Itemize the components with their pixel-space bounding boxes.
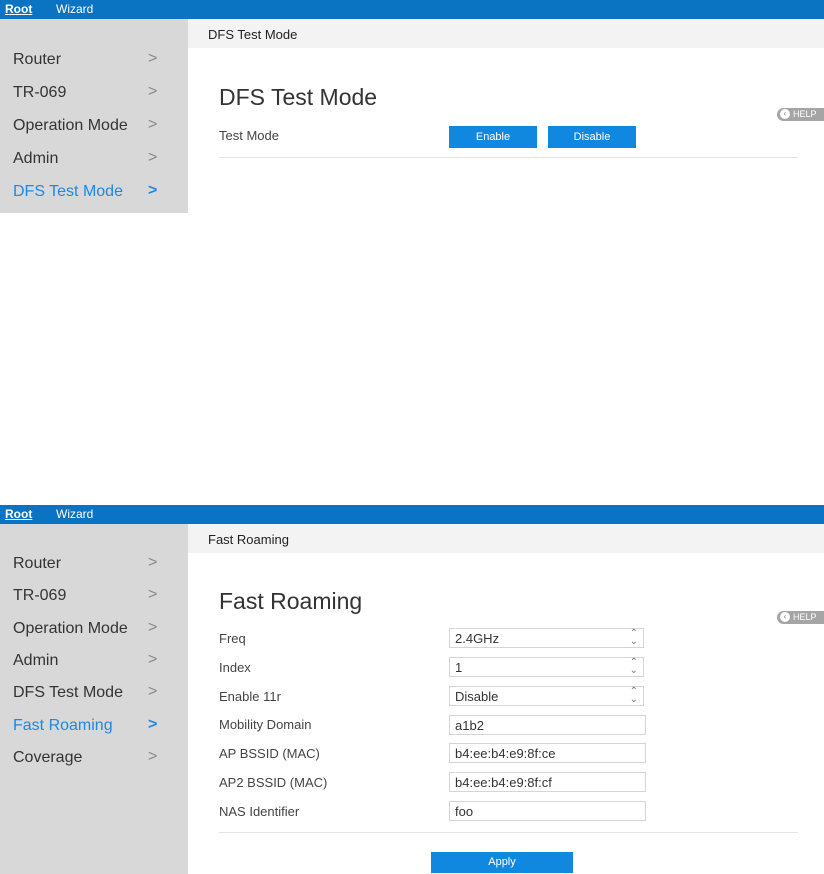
index-value: 1 <box>455 660 463 675</box>
breadcrumb: DFS Test Mode <box>188 19 824 48</box>
chevron-right-icon: > <box>148 116 158 133</box>
nas-identifier-value: foo <box>455 804 474 819</box>
help-label: HELP <box>793 612 817 622</box>
sidebar-item-dfs-test-mode[interactable]: DFS Test Mode > <box>0 178 188 210</box>
enable-button[interactable]: Enable <box>449 126 537 148</box>
sidebar-item-admin[interactable]: Admin > <box>0 145 188 177</box>
ap-bssid-label: AP BSSID (MAC) <box>219 746 320 761</box>
page-title: Fast Roaming <box>219 588 363 614</box>
ap2-bssid-label: AP2 BSSID (MAC) <box>219 775 328 790</box>
page-title: DFS Test Mode <box>219 84 378 110</box>
sidebar-item-fast-roaming[interactable]: Fast Roaming > <box>0 712 188 744</box>
sidebar-item-tr069[interactable]: TR-069 > <box>0 79 188 111</box>
sidebar-item-label: Admin <box>13 150 59 167</box>
sidebar-item-label: Fast Roaming <box>13 717 113 734</box>
chevron-right-icon: > <box>148 50 158 67</box>
sidebar-item-label: Router <box>13 555 62 572</box>
chevron-right-icon: > <box>148 554 158 571</box>
chevron-right-icon: > <box>148 748 158 765</box>
sidebar-item-tr069[interactable]: TR-069 > <box>0 582 188 614</box>
sidebar-item-router[interactable]: Router > <box>0 46 188 78</box>
sidebar-item-label: Admin <box>13 652 59 669</box>
sidebar: Router > TR-069 > Operation Mode > Admin… <box>0 524 188 874</box>
chevron-right-icon: > <box>148 83 158 100</box>
sidebar-item-label: DFS Test Mode <box>13 684 123 701</box>
sidebar-item-dfs-test-mode[interactable]: DFS Test Mode > <box>0 679 188 711</box>
sidebar-item-label: DFS Test Mode <box>13 183 123 200</box>
sidebar-item-label: Operation Mode <box>13 117 128 134</box>
sidebar-item-label: Coverage <box>13 749 83 766</box>
chevron-left-icon: ‹ <box>780 109 790 119</box>
help-label: HELP <box>793 109 817 119</box>
breadcrumb: Fast Roaming <box>188 524 824 553</box>
chevron-right-icon: > <box>148 683 158 700</box>
top-nav-bar: Root Wizard <box>0 0 824 19</box>
freq-value: 2.4GHz <box>455 631 500 646</box>
updown-icon: ⌃ ⌄ <box>629 657 638 676</box>
nav-wizard-link[interactable]: Wizard <box>56 507 93 521</box>
fast-roaming-screen: Root Wizard Router > TR-069 > Operation … <box>0 505 824 874</box>
index-select[interactable]: 1 ⌃ ⌄ <box>449 657 644 677</box>
updown-icon: ⌃ ⌄ <box>629 628 638 647</box>
nas-identifier-label: NAS Identifier <box>219 804 300 819</box>
ap-bssid-value: b4:ee:b4:e9:8f:ce <box>455 746 556 761</box>
chevron-right-icon: > <box>148 182 158 199</box>
chevron-right-icon: > <box>148 149 158 166</box>
freq-label: Freq <box>219 631 246 646</box>
test-mode-label: Test Mode <box>219 128 279 143</box>
nav-root-link[interactable]: Root <box>5 2 32 16</box>
sidebar: Router > TR-069 > Operation Mode > Admin… <box>0 19 188 213</box>
sidebar-item-admin[interactable]: Admin > <box>0 647 188 679</box>
enable-11r-label: Enable 11r <box>219 689 281 704</box>
index-label: Index <box>219 660 251 675</box>
breadcrumb-text: DFS Test Mode <box>208 27 298 42</box>
dfs-test-mode-screen: Root Wizard Router > TR-069 > Operation … <box>0 0 824 470</box>
chevron-left-icon: ‹ <box>780 612 790 622</box>
sidebar-item-router[interactable]: Router > <box>0 550 188 582</box>
mobility-domain-value: a1b2 <box>455 718 484 733</box>
sidebar-item-label: TR-069 <box>13 84 67 101</box>
nas-identifier-input[interactable]: foo <box>449 801 646 821</box>
ap2-bssid-input[interactable]: b4:ee:b4:e9:8f:cf <box>449 772 646 792</box>
updown-icon: ⌃ ⌄ <box>629 686 638 705</box>
ap2-bssid-value: b4:ee:b4:e9:8f:cf <box>455 775 552 790</box>
sidebar-item-operation-mode[interactable]: Operation Mode > <box>0 615 188 647</box>
top-nav-bar: Root Wizard <box>0 505 824 524</box>
apply-button[interactable]: Apply <box>431 852 573 873</box>
chevron-right-icon: > <box>148 619 158 636</box>
disable-button[interactable]: Disable <box>548 126 636 148</box>
freq-select[interactable]: 2.4GHz ⌃ ⌄ <box>449 628 644 648</box>
ap-bssid-input[interactable]: b4:ee:b4:e9:8f:ce <box>449 743 646 763</box>
divider <box>219 832 798 833</box>
chevron-right-icon: > <box>148 586 158 603</box>
enable-11r-select[interactable]: Disable ⌃ ⌄ <box>449 686 644 706</box>
sidebar-item-operation-mode[interactable]: Operation Mode > <box>0 112 188 144</box>
nav-wizard-link[interactable]: Wizard <box>56 2 93 16</box>
divider <box>219 157 798 158</box>
help-button[interactable]: ‹ HELP <box>777 108 824 121</box>
nav-root-link[interactable]: Root <box>5 507 32 521</box>
chevron-right-icon: > <box>148 716 158 733</box>
sidebar-item-label: Router <box>13 51 62 68</box>
chevron-right-icon: > <box>148 651 158 668</box>
sidebar-item-label: TR-069 <box>13 587 67 604</box>
help-button[interactable]: ‹ HELP <box>777 611 824 624</box>
sidebar-item-label: Operation Mode <box>13 620 128 637</box>
mobility-domain-label: Mobility Domain <box>219 717 312 732</box>
breadcrumb-text: Fast Roaming <box>208 532 289 547</box>
sidebar-item-coverage[interactable]: Coverage > <box>0 744 188 776</box>
enable-11r-value: Disable <box>455 689 499 704</box>
mobility-domain-input[interactable]: a1b2 <box>449 715 646 735</box>
